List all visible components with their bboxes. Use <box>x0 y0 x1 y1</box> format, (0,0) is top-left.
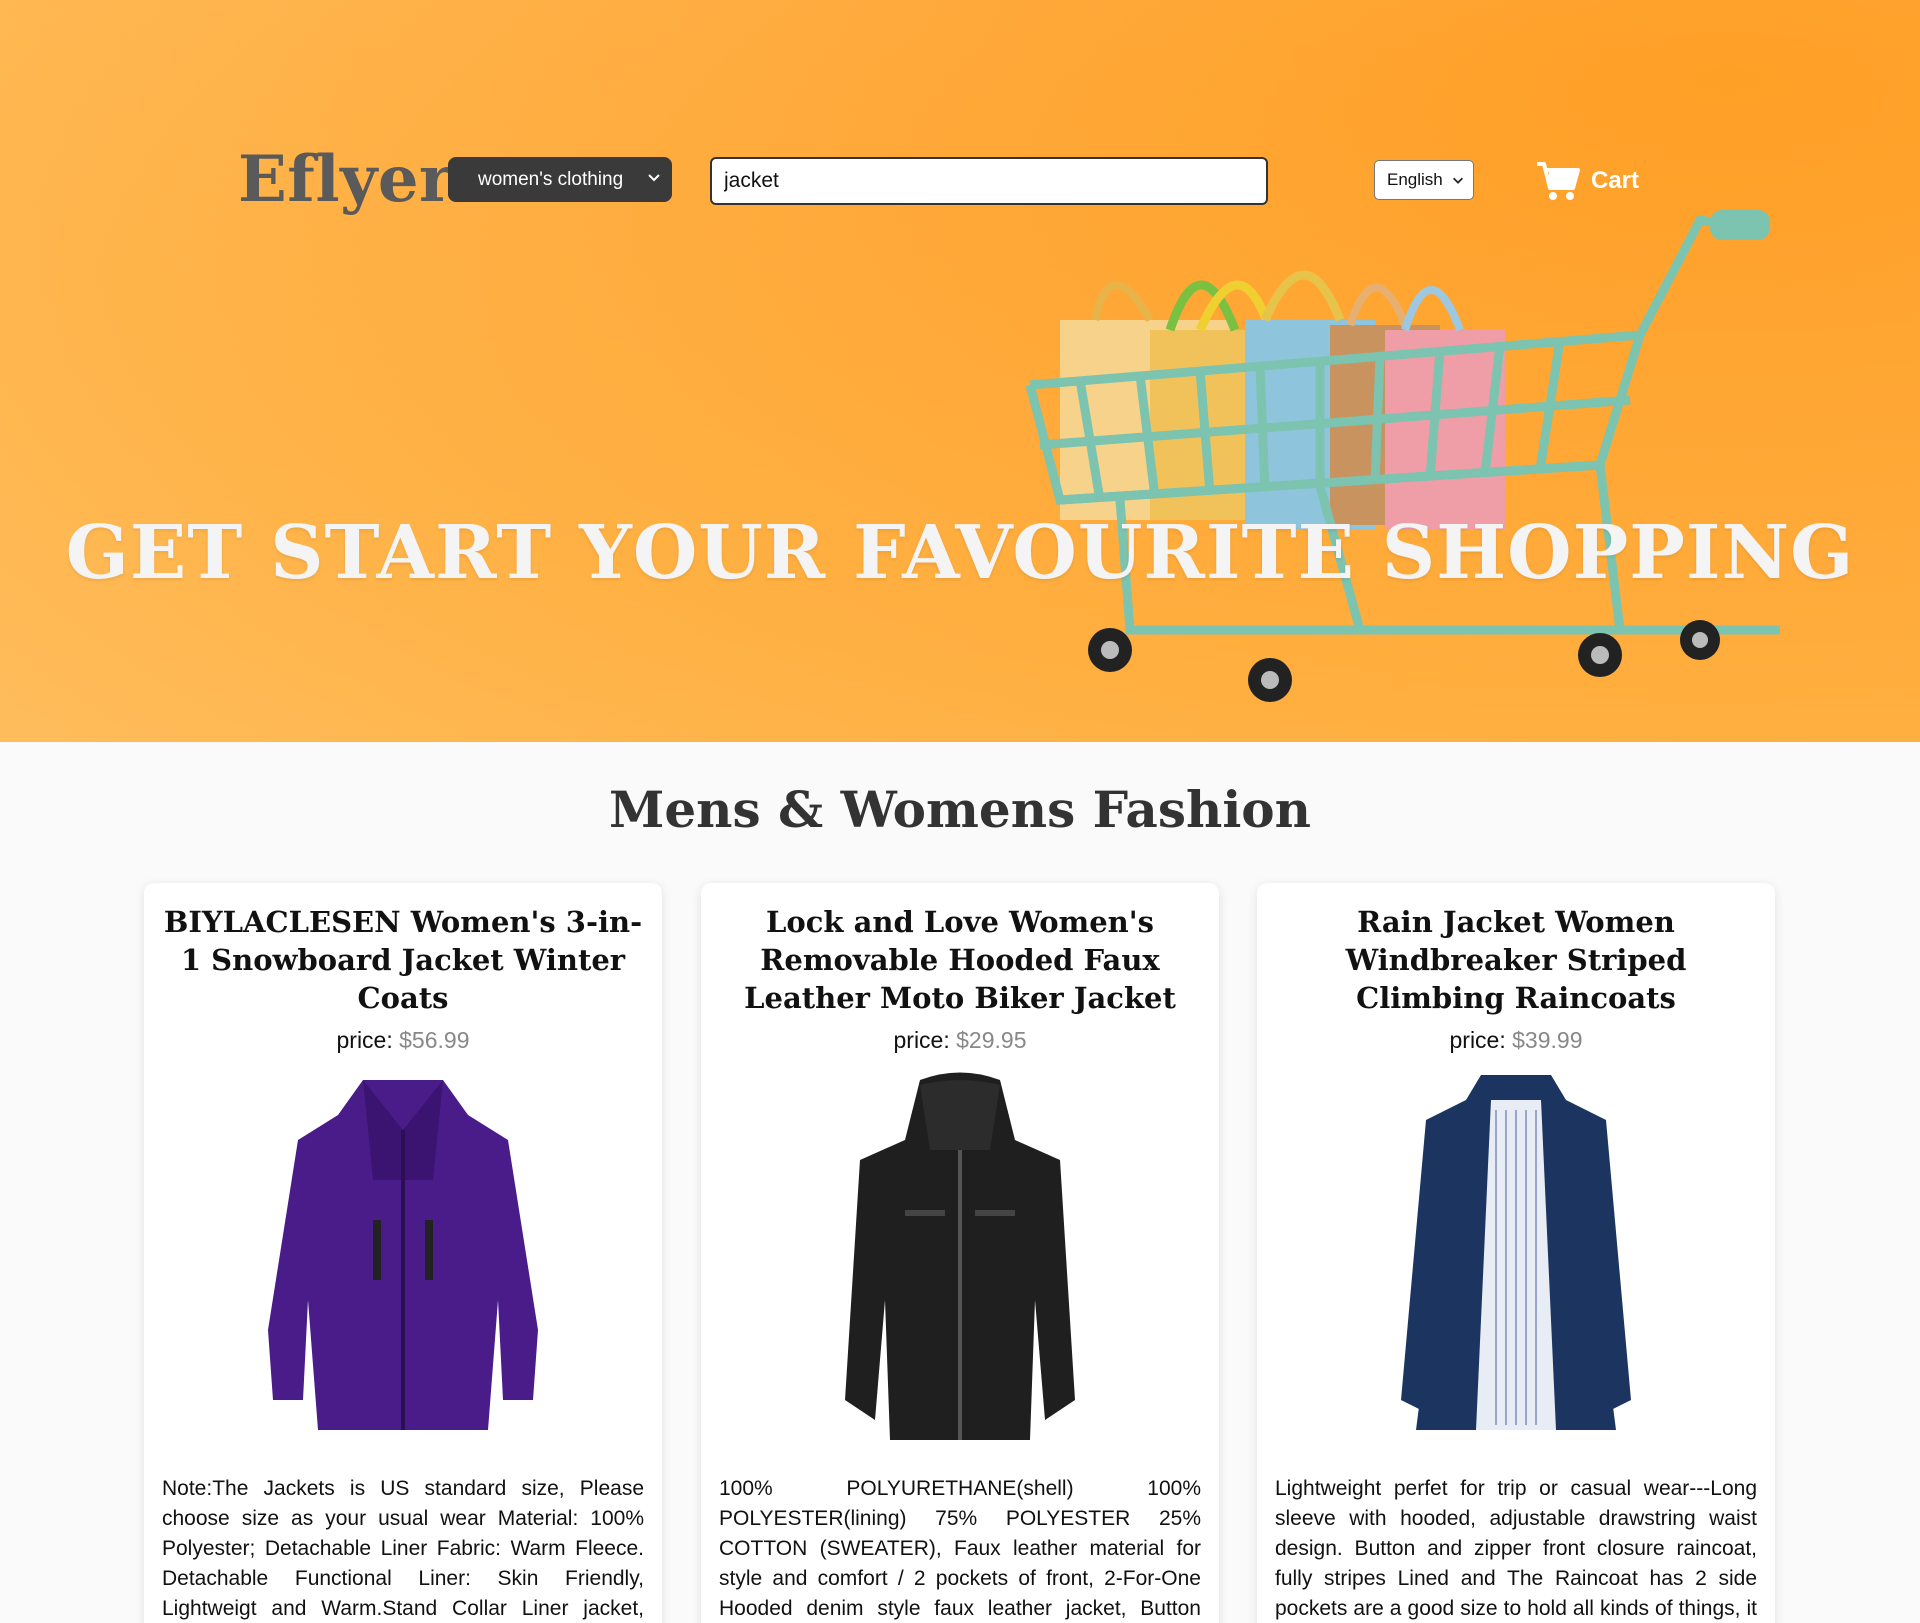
product-title[interactable]: Rain Jacket Women Windbreaker Striped Cl… <box>1275 903 1757 1017</box>
price-value: $29.95 <box>956 1027 1027 1053</box>
language-select-value: English <box>1387 170 1443 189</box>
category-select-value: women's clothing <box>478 168 624 190</box>
cart-link[interactable]: Cart <box>1535 158 1639 204</box>
product-card[interactable]: BIYLACLESEN Women's 3-in-1 Snowboard Jac… <box>144 883 662 1623</box>
price-label: price: <box>893 1027 950 1053</box>
product-card[interactable]: Lock and Love Women's Removable Hooded F… <box>701 883 1219 1623</box>
section-title: Mens & Womens Fashion <box>608 780 1312 839</box>
chevron-down-icon <box>648 174 660 182</box>
product-price: price: $39.99 <box>1257 1027 1775 1054</box>
site-logo[interactable]: Eflyer <box>238 142 453 217</box>
chevron-down-icon <box>1453 177 1463 184</box>
product-description: Lightweight perfet for trip or casual we… <box>1275 1477 1757 1620</box>
search-input[interactable] <box>710 157 1268 205</box>
product-image[interactable] <box>1366 1070 1666 1440</box>
hero-title: GET START YOUR FAVOURITE SHOPPING <box>65 510 1855 596</box>
top-navigation: Eflyer women's clothing English Cart <box>0 0 1920 260</box>
price-value: $56.99 <box>399 1027 470 1053</box>
product-price: price: $29.95 <box>701 1027 1219 1054</box>
product-title[interactable]: Lock and Love Women's Removable Hooded F… <box>719 903 1201 1017</box>
product-title[interactable]: BIYLACLESEN Women's 3-in-1 Snowboard Jac… <box>162 903 644 1017</box>
language-select[interactable]: English <box>1374 160 1474 200</box>
product-card[interactable]: Rain Jacket Women Windbreaker Striped Cl… <box>1257 883 1775 1623</box>
price-label: price: <box>1449 1027 1506 1053</box>
shopping-cart-illustration <box>1025 210 1780 702</box>
cart-label: Cart <box>1591 167 1640 194</box>
price-value: $39.99 <box>1512 1027 1583 1053</box>
hero-banner: Eflyer women's clothing English Cart GET <box>0 0 1920 742</box>
cart-icon <box>1537 162 1580 200</box>
category-select[interactable]: women's clothing <box>448 157 672 202</box>
price-label: price: <box>336 1027 393 1053</box>
product-description: 100% POLYURETHANE(shell) 100% POLYESTER(… <box>719 1477 1201 1620</box>
product-price: price: $56.99 <box>144 1027 662 1054</box>
product-description: Note:The Jackets is US standard size, Pl… <box>162 1477 644 1620</box>
product-image[interactable] <box>810 1070 1110 1440</box>
product-image[interactable] <box>253 1070 553 1440</box>
